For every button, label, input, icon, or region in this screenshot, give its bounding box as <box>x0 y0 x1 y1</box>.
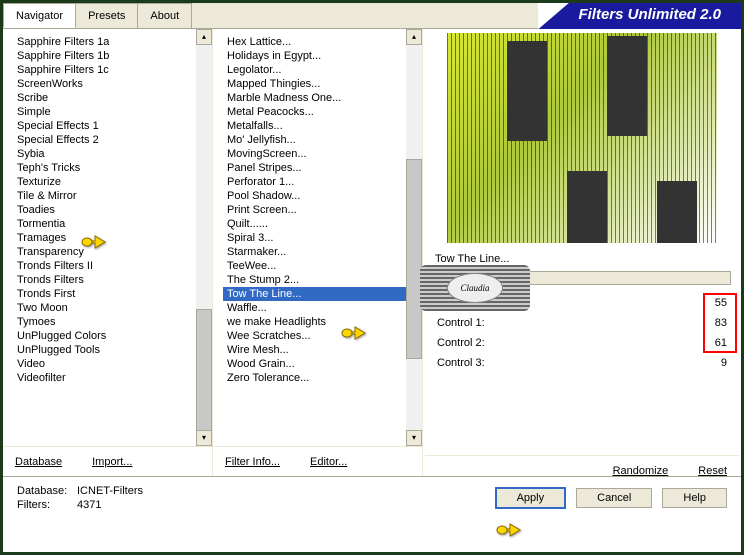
list-item[interactable]: Metal Peacocks... <box>223 105 422 119</box>
preview-image <box>447 33 717 243</box>
list-item[interactable]: Tronds First <box>13 287 212 301</box>
apply-button[interactable]: Apply <box>495 487 567 509</box>
tab-about[interactable]: About <box>137 3 192 28</box>
control-value: 61 <box>715 337 727 349</box>
list-item[interactable]: Videofilter <box>13 371 212 385</box>
category-list[interactable]: Sapphire Filters 1aSapphire Filters 1bSa… <box>3 29 212 446</box>
list-item[interactable]: Tow The Line... <box>223 287 422 301</box>
list-item[interactable]: Panel Stripes... <box>223 161 422 175</box>
list-item[interactable]: Quilt...... <box>223 217 422 231</box>
tab-navigator[interactable]: Navigator <box>3 3 76 28</box>
list-item[interactable]: Sapphire Filters 1a <box>13 35 212 49</box>
scrollbar[interactable]: ▴ ▾ <box>196 29 212 446</box>
list-item[interactable]: Spiral 3... <box>223 231 422 245</box>
list-item[interactable]: Waffle... <box>223 301 422 315</box>
list-item[interactable]: Special Effects 1 <box>13 119 212 133</box>
list-item[interactable]: Tronds Filters <box>13 273 212 287</box>
list-item[interactable]: Tormentia <box>13 217 212 231</box>
control-value: 9 <box>721 357 727 369</box>
cancel-button[interactable]: Cancel <box>576 488 652 508</box>
list-item[interactable]: Special Effects 2 <box>13 133 212 147</box>
list-item[interactable]: Metalfalls... <box>223 119 422 133</box>
list-item[interactable]: Wood Grain... <box>223 357 422 371</box>
control-row[interactable]: Control 3: 9 <box>433 353 731 373</box>
reset-button[interactable]: Reset <box>698 465 727 477</box>
list-item[interactable]: Toadies <box>13 203 212 217</box>
list-item[interactable]: Wee Scratches... <box>223 329 422 343</box>
pointer-icon <box>341 323 367 341</box>
list-item[interactable]: we make Headlights <box>223 315 422 329</box>
control-value: 83 <box>715 317 727 329</box>
list-item[interactable]: Holidays in Egypt... <box>223 49 422 63</box>
watermark: Claudia <box>420 265 530 311</box>
scroll-up-icon[interactable]: ▴ <box>196 29 212 45</box>
control-row[interactable]: Control 1: 83 <box>433 313 731 333</box>
list-item[interactable]: ScreenWorks <box>13 77 212 91</box>
list-item[interactable]: Tronds Filters II <box>13 259 212 273</box>
import-button[interactable]: Import... <box>92 456 132 468</box>
pointer-icon <box>496 520 522 538</box>
filter-list[interactable]: Hex Lattice...Holidays in Egypt...Legola… <box>213 29 422 446</box>
scroll-thumb[interactable] <box>196 309 212 439</box>
list-item[interactable]: Tymoes <box>13 315 212 329</box>
tab-bar: Navigator Presets About <box>3 3 538 29</box>
scrollbar[interactable]: ▴ ▾ <box>406 29 422 446</box>
control-value: 55 <box>715 297 727 309</box>
tab-presets[interactable]: Presets <box>75 3 138 28</box>
control-label: Control 1: <box>437 317 485 329</box>
list-item[interactable]: Wire Mesh... <box>223 343 422 357</box>
db-name: ICNET-Filters <box>77 485 143 497</box>
list-item[interactable]: Video <box>13 357 212 371</box>
control-row[interactable]: Control 2: 61 <box>433 333 731 353</box>
list-item[interactable]: Sapphire Filters 1c <box>13 63 212 77</box>
editor-button[interactable]: Editor... <box>310 456 347 468</box>
list-item[interactable]: UnPlugged Colors <box>13 329 212 343</box>
list-item[interactable]: Scribe <box>13 91 212 105</box>
list-item[interactable]: Hex Lattice... <box>223 35 422 49</box>
help-button[interactable]: Help <box>662 488 727 508</box>
list-item[interactable]: Pool Shadow... <box>223 189 422 203</box>
list-item[interactable]: Simple <box>13 105 212 119</box>
list-item[interactable]: Texturize <box>13 175 212 189</box>
scroll-thumb[interactable] <box>406 159 422 359</box>
list-item[interactable]: Teph's Tricks <box>13 161 212 175</box>
controls-panel: Control 0:55Control 1:83Control 2:61Cont… <box>425 291 739 455</box>
list-item[interactable]: Transparency <box>13 245 212 259</box>
list-item[interactable]: MovingScreen... <box>223 147 422 161</box>
list-item[interactable]: Tile & Mirror <box>13 189 212 203</box>
scroll-up-icon[interactable]: ▴ <box>406 29 422 45</box>
list-item[interactable]: Print Screen... <box>223 203 422 217</box>
list-item[interactable]: Two Moon <box>13 301 212 315</box>
scroll-down-icon[interactable]: ▾ <box>406 430 422 446</box>
list-item[interactable]: The Stump 2... <box>223 273 422 287</box>
list-item[interactable]: Sapphire Filters 1b <box>13 49 212 63</box>
list-item[interactable]: Legolator... <box>223 63 422 77</box>
filter-count: 4371 <box>77 499 101 511</box>
list-item[interactable]: Mapped Thingies... <box>223 77 422 91</box>
control-label: Control 3: <box>437 357 485 369</box>
db-info: Database:ICNET-Filters Filters:4371 <box>17 485 143 511</box>
list-item[interactable]: TeeWee... <box>223 259 422 273</box>
list-item[interactable]: Starmaker... <box>223 245 422 259</box>
pointer-icon <box>81 232 107 250</box>
list-item[interactable]: Mo' Jellyfish... <box>223 133 422 147</box>
list-item[interactable]: Tramages <box>13 231 212 245</box>
scroll-down-icon[interactable]: ▾ <box>196 430 212 446</box>
list-item[interactable]: Zero Tolerance... <box>223 371 422 385</box>
list-item[interactable]: Sybia <box>13 147 212 161</box>
database-button[interactable]: Database <box>15 456 62 468</box>
control-label: Control 2: <box>437 337 485 349</box>
randomize-button[interactable]: Randomize <box>613 465 669 477</box>
brand-title: Filters Unlimited 2.0 <box>538 3 741 29</box>
list-item[interactable]: UnPlugged Tools <box>13 343 212 357</box>
filter-info-button[interactable]: Filter Info... <box>225 456 280 468</box>
list-item[interactable]: Perforator 1... <box>223 175 422 189</box>
list-item[interactable]: Marble Madness One... <box>223 91 422 105</box>
